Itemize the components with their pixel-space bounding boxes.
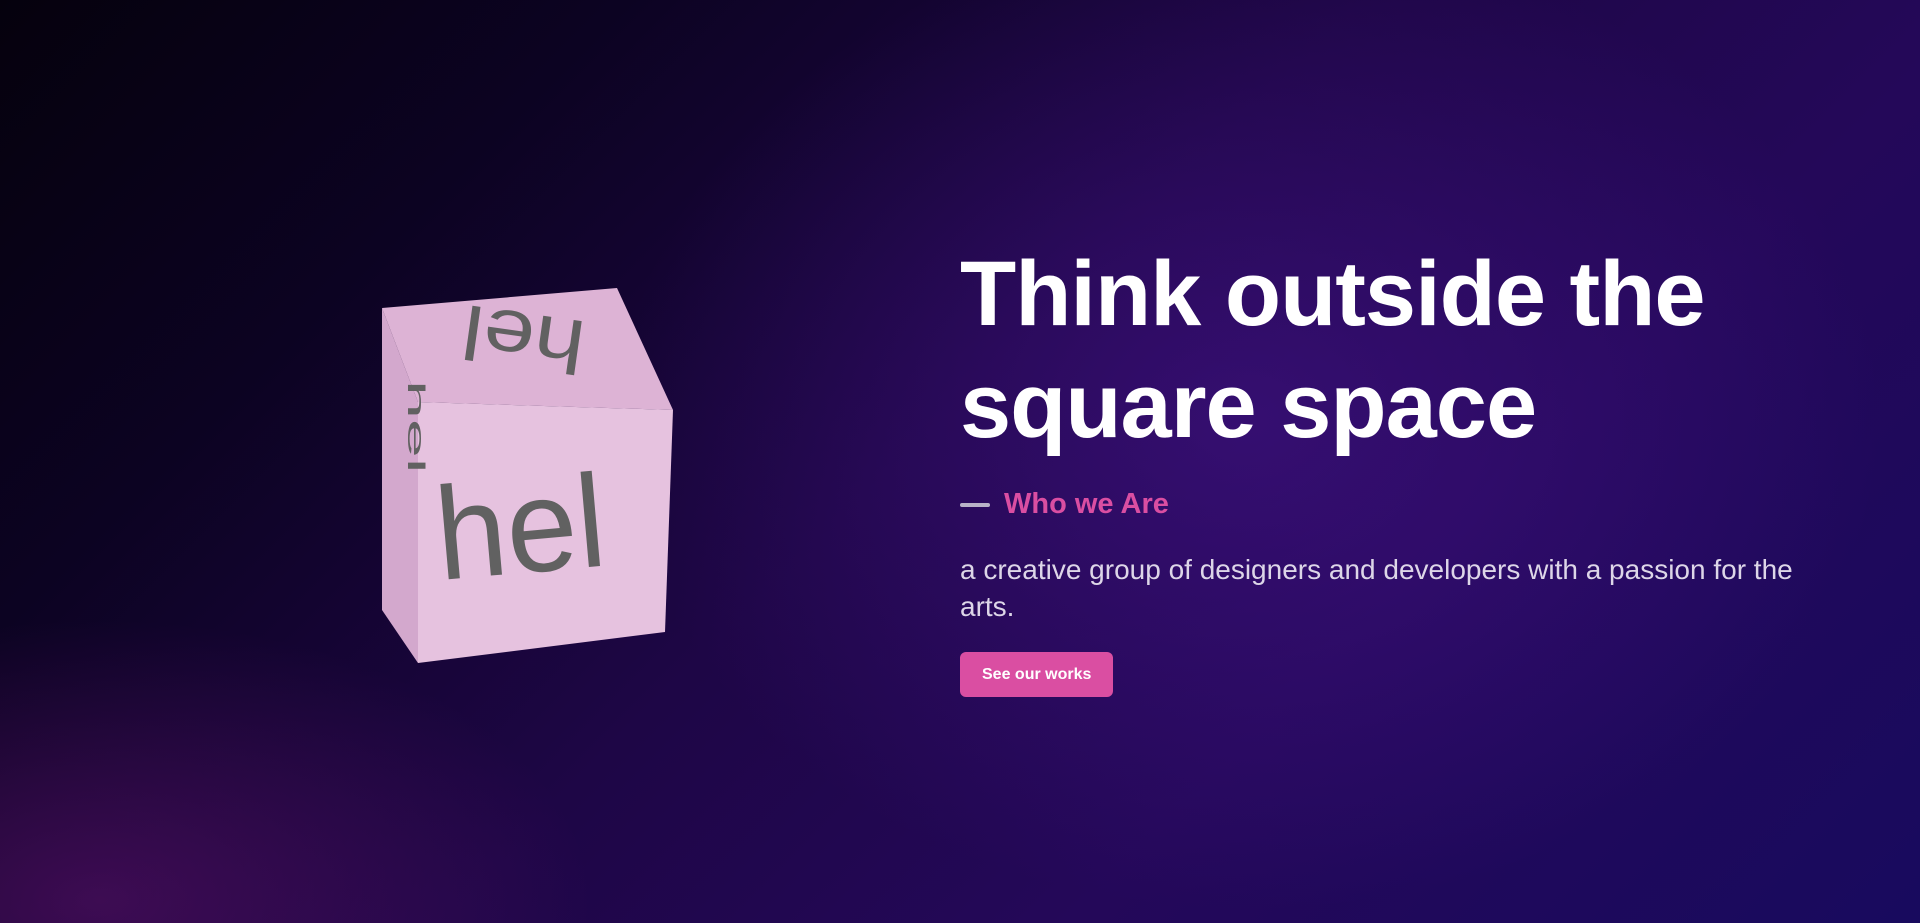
hero-section: Think outside the square space Who we Ar… (960, 238, 1840, 697)
page-title: Think outside the square space (960, 238, 1840, 462)
cube-top-text: hel (457, 289, 590, 390)
headline-line-1: Think outside the (960, 243, 1706, 345)
cube-3d[interactable]: hel hel hel (370, 260, 710, 680)
cube-left-text: hel (402, 380, 429, 473)
subtitle-row: Who we Are (960, 488, 1840, 521)
subtitle: Who we Are (1004, 488, 1169, 520)
subtitle-dash (960, 502, 990, 507)
see-our-works-button[interactable]: See our works (960, 652, 1114, 697)
cube-front-text: hel (430, 447, 611, 608)
description: a creative group of designers and develo… (960, 554, 1793, 622)
cube-illustration: hel hel hel (382, 288, 673, 663)
headline-line-2: square space (960, 355, 1537, 457)
